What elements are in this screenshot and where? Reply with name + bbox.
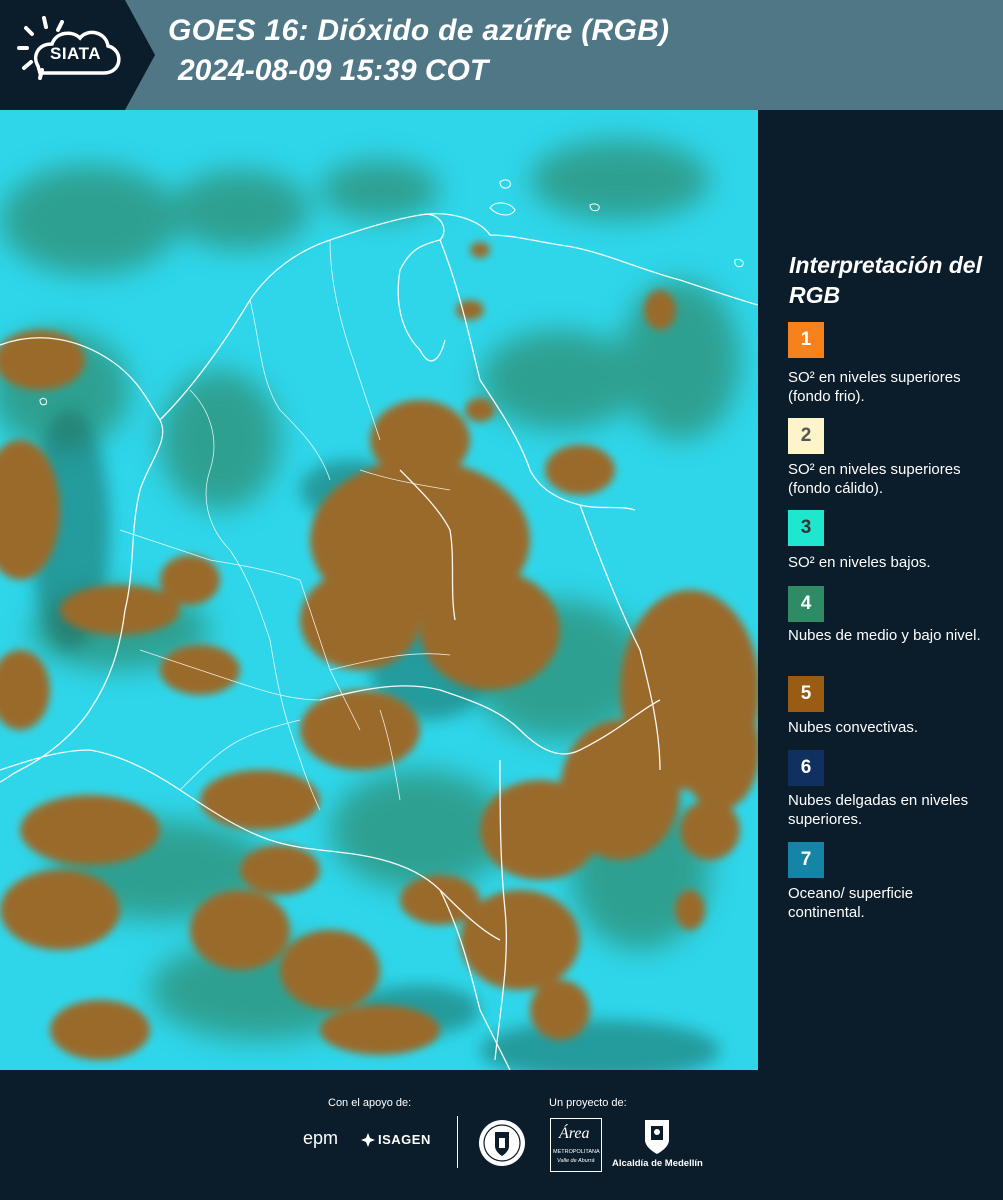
area-metropolitana-logo[interactable]: Área METROPOLITANA Valle de Aburrá	[550, 1118, 602, 1172]
legend-swatch-3: 3	[788, 510, 824, 546]
satellite-image	[0, 110, 758, 1070]
legend-number-6: 6	[800, 757, 812, 778]
legend-text-7: Oceano/ superficie continental.	[788, 885, 914, 921]
alcaldia-text: Alcaldía de Medellín	[612, 1158, 703, 1169]
medellin-seal-logo[interactable]	[477, 1118, 527, 1168]
legend-title: Interpretación del RGB	[789, 252, 982, 308]
legend-text-2: SO² en niveles superiores (fondo cálido)…	[788, 461, 961, 497]
legend-number-5: 5	[800, 683, 812, 704]
legend-text-3: SO² en niveles bajos.	[788, 554, 931, 571]
legend-text-1: SO² en niveles superiores (fondo frio).	[788, 369, 961, 405]
legend-swatch-4: 4	[788, 586, 824, 622]
legend-text-4: Nubes de medio y bajo nivel.	[788, 627, 981, 644]
legend-number-7: 7	[800, 849, 812, 870]
isagen-logo[interactable]: ISAGEN	[360, 1132, 440, 1152]
siata-logo-text: SIATA	[50, 44, 101, 63]
area-logo-sub2: Valle de Aburrá	[557, 1158, 595, 1164]
legend-swatch-1: 1	[788, 322, 824, 358]
legend-number-2: 2	[800, 425, 812, 446]
alcaldia-medellin-logo[interactable]: Alcaldía de Medellín	[612, 1118, 703, 1172]
legend-number-4: 4	[800, 593, 812, 614]
medellin-seal-icon	[479, 1120, 525, 1166]
header-bar: SIATA GOES 16: Dióxido de azúfre (RGB) 2…	[0, 0, 1003, 110]
legend-panel: Interpretación del RGB 1 SO² en niveles …	[758, 110, 1003, 1070]
alcaldia-shield-icon	[645, 1120, 669, 1154]
legend-text-5: Nubes convectivas.	[788, 719, 919, 736]
legend-number-1: 1	[800, 329, 812, 350]
footer-divider	[457, 1116, 458, 1168]
isagen-icon	[361, 1133, 375, 1147]
legend-swatch-7: 7	[788, 842, 824, 878]
area-logo-sub1: METROPOLITANA	[553, 1149, 600, 1155]
satellite-map[interactable]	[0, 110, 758, 1070]
project-label: Un proyecto de:	[549, 1097, 627, 1109]
isagen-text: ISAGEN	[378, 1132, 431, 1147]
page-timestamp: 2024-08-09 15:39 COT	[178, 54, 489, 87]
legend-text-6: Nubes delgadas en niveles superiores.	[788, 792, 969, 828]
page-title: GOES 16: Dióxido de azúfre (RGB)	[168, 14, 670, 47]
area-logo-name: Área	[559, 1125, 590, 1142]
footer-bar: Con el apoyo de: Un proyecto de: epm ISA…	[0, 1070, 1003, 1200]
legend-swatch-5: 5	[788, 676, 824, 712]
siata-logo[interactable]: SIATA	[0, 0, 155, 110]
support-label: Con el apoyo de:	[328, 1097, 412, 1109]
legend-number-3: 3	[800, 517, 812, 538]
legend-swatch-6: 6	[788, 750, 824, 786]
legend-swatch-2: 2	[788, 418, 824, 454]
epm-logo[interactable]: epm	[303, 1128, 338, 1149]
